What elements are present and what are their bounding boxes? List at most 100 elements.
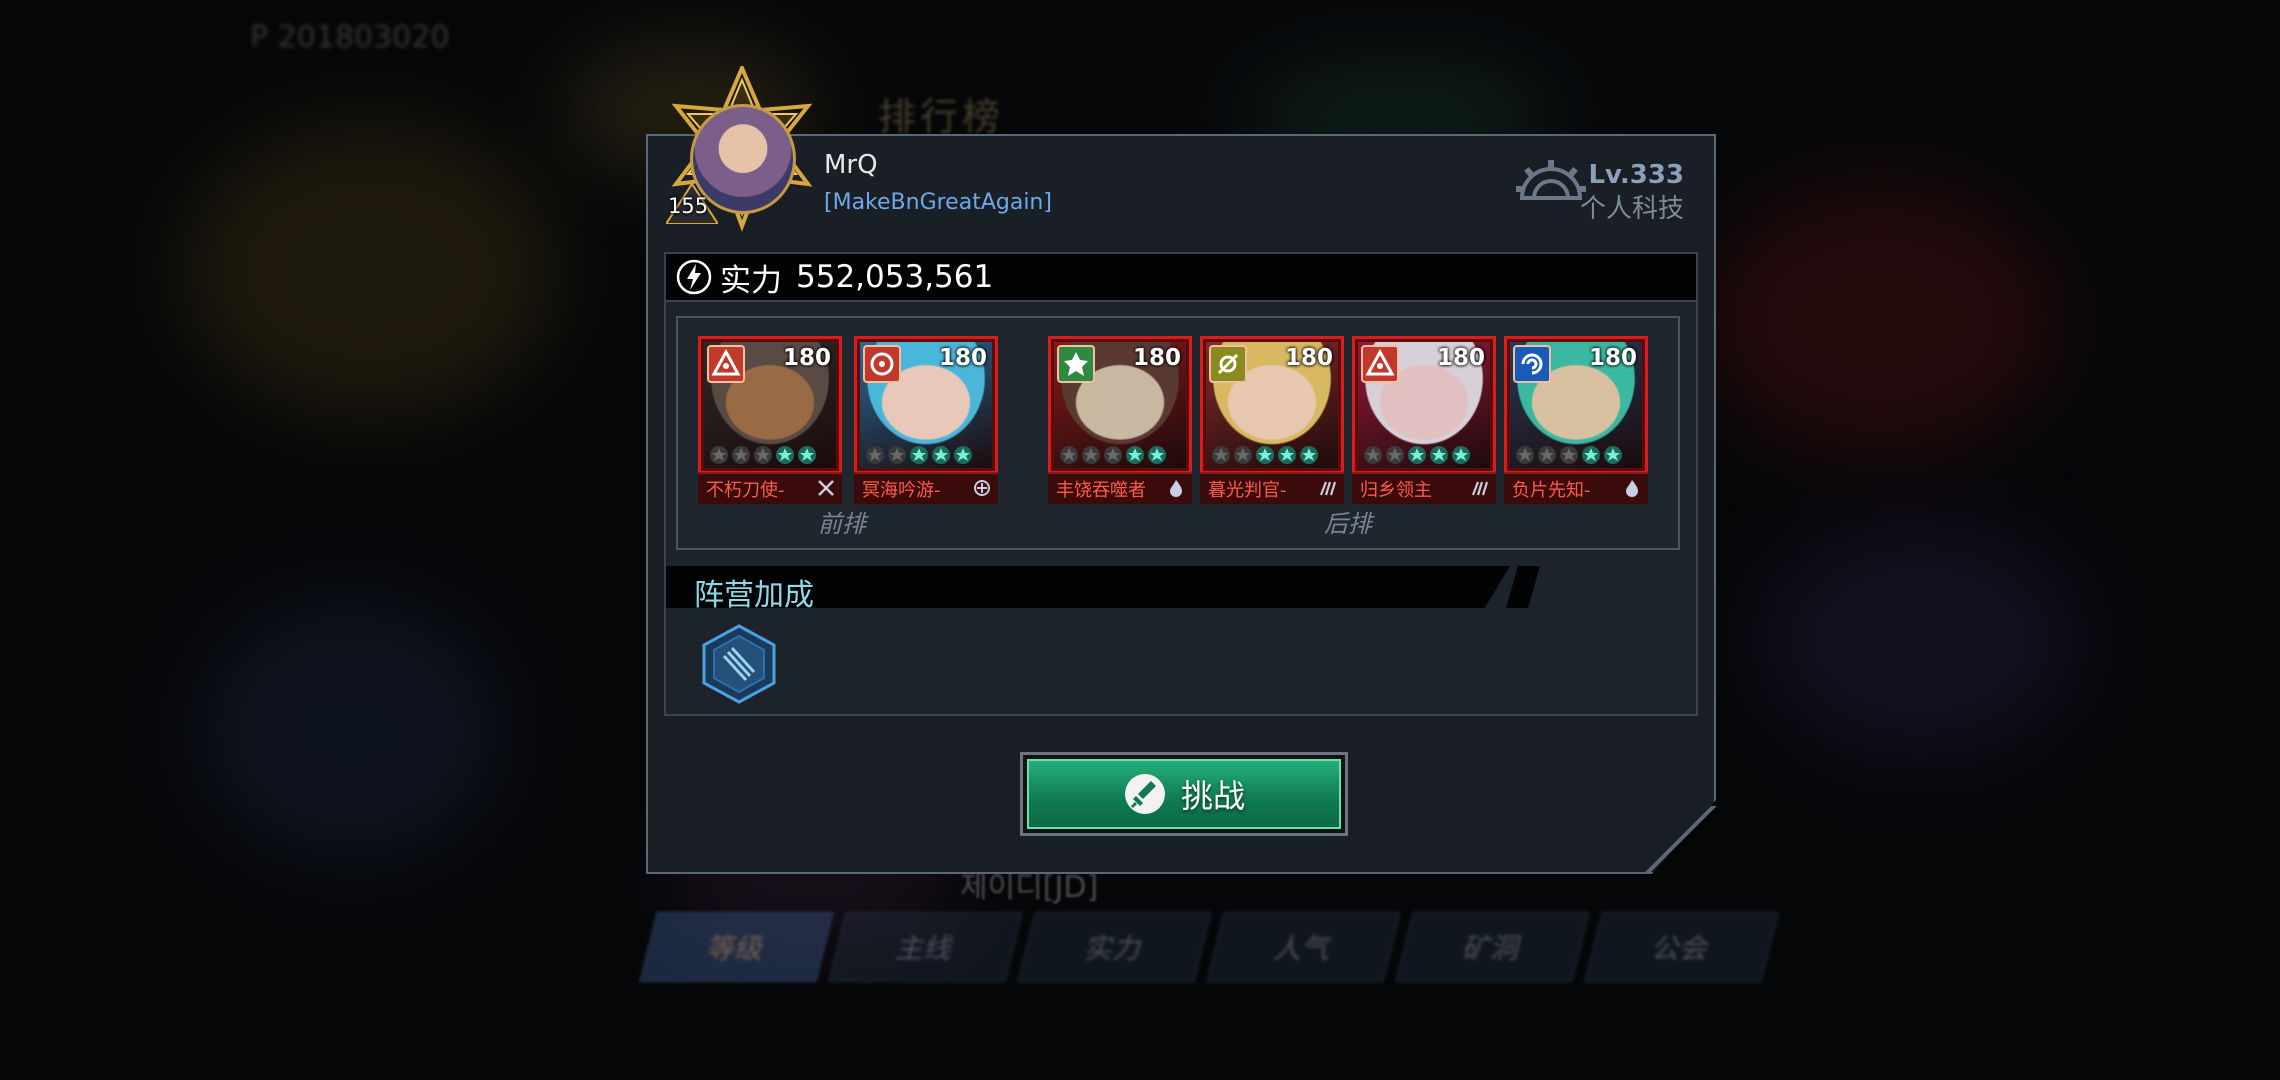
hero-card[interactable]: 180 负片先知- (1504, 336, 1648, 506)
hero-name-bar: 负片先知- (1504, 472, 1648, 504)
power-value: 552,053,561 (796, 259, 994, 295)
hero-portrait: 180 (1352, 336, 1496, 474)
hero-name-bar: 不朽刀使- (698, 472, 842, 504)
star-icon (1082, 446, 1100, 464)
power-label: 实力 (720, 262, 782, 299)
leaderboard-tab: 实力 (1017, 912, 1212, 982)
hero-name: 丰饶吞噬者 (1056, 480, 1146, 501)
star-icon (1560, 446, 1578, 464)
hero-name: 归乡领主 (1360, 480, 1432, 501)
triforce-icon (1361, 345, 1399, 383)
star-icon (1256, 446, 1274, 464)
star-icon (1060, 446, 1078, 464)
star-icon (732, 446, 750, 464)
hero-portrait: 180 (854, 336, 998, 474)
nature-icon (1057, 345, 1095, 383)
power-bar: 实力 552,053,561 (664, 252, 1698, 302)
star-icon (888, 446, 906, 464)
swords-icon (818, 480, 834, 496)
star-icon (910, 446, 928, 464)
swirl-icon (1513, 345, 1551, 383)
tech-gear-icon (1516, 160, 1586, 204)
power-icon (676, 259, 712, 295)
star-icon (1604, 446, 1622, 464)
hero-name-bar: 暮光判官- (1200, 472, 1344, 504)
hero-stars (1363, 445, 1471, 465)
fire-icon (1170, 480, 1182, 497)
back-row-label: 后排 (1324, 510, 1372, 538)
support-icon (974, 480, 990, 496)
star-icon (798, 446, 816, 464)
leaderboard-tab: 矿洞 (1395, 912, 1590, 982)
target-icon (863, 345, 901, 383)
challenge-button-face[interactable]: 挑战 (1027, 759, 1341, 829)
background-player-id: P 201803020 (250, 20, 450, 55)
hero-stars (1515, 445, 1623, 465)
faction-bonus-icon[interactable] (702, 624, 776, 708)
hero-level: 180 (938, 345, 987, 371)
star-icon (1538, 446, 1556, 464)
hero-level: 180 (782, 345, 831, 371)
challenge-button[interactable]: 挑战 (1020, 752, 1348, 836)
hero-card[interactable]: 180 冥海吟游- (854, 336, 998, 506)
front-row-label: 前排 (818, 510, 866, 538)
star-icon (1516, 446, 1534, 464)
star-icon (1278, 446, 1296, 464)
hero-card[interactable]: 180 暮光判官- (1200, 336, 1344, 506)
leaderboard-tab: 主线 (828, 912, 1023, 982)
hero-level: 180 (1284, 345, 1333, 371)
star-icon (1452, 446, 1470, 464)
hero-level: 180 (1436, 345, 1485, 371)
star-icon (866, 446, 884, 464)
sword-icon (1124, 774, 1165, 814)
tech-level: Lv.333 (1588, 160, 1684, 190)
leaderboard-title: 排行榜 (878, 95, 1005, 139)
hero-name-bar: 丰饶吞噬者 (1048, 472, 1192, 504)
star-icon (710, 446, 728, 464)
leaderboard-tab: 公会 (1584, 912, 1779, 982)
personal-tech: Lv.333 个人科技 (1580, 160, 1684, 225)
tech-label: 个人科技 (1579, 194, 1684, 224)
hero-card[interactable]: 180 归乡领主 (1352, 336, 1496, 506)
sun-icon (1209, 345, 1247, 383)
hero-name: 暮光判官- (1208, 480, 1287, 501)
star-icon (1364, 446, 1382, 464)
hero-stars (865, 445, 973, 465)
hero-portrait: 180 (1200, 336, 1344, 474)
dialog-corner-decoration (1644, 806, 1718, 872)
player-avatar[interactable]: 155 (660, 66, 824, 246)
star-icon (954, 446, 972, 464)
star-icon (1582, 446, 1600, 464)
hero-name: 不朽刀使- (706, 480, 785, 501)
avatar-level: 155 (668, 194, 709, 218)
hero-name: 冥海吟游- (862, 480, 941, 501)
leaderboard-tabs: 等级 主线 实力 人气 矿洞 公会 (639, 912, 1779, 982)
claw-icon (1319, 481, 1337, 496)
star-icon (1234, 446, 1252, 464)
hero-name-bar: 冥海吟游- (854, 472, 998, 504)
star-icon (1430, 446, 1448, 464)
hero-level: 180 (1132, 345, 1181, 371)
claw-icon (1471, 481, 1489, 496)
star-icon (776, 446, 794, 464)
star-icon (1300, 446, 1318, 464)
hero-name: 负片先知- (1512, 480, 1591, 501)
leaderboard-tab: 等级 (639, 912, 834, 982)
hero-card[interactable]: 180 不朽刀使- (698, 336, 842, 506)
guild-name[interactable]: [MakeBnGreatAgain] (824, 190, 1052, 215)
star-icon (932, 446, 950, 464)
hero-portrait: 180 (1504, 336, 1648, 474)
fire-icon (1626, 480, 1638, 497)
hero-portrait: 180 (698, 336, 842, 474)
triforce-icon (707, 345, 745, 383)
hero-stars (1211, 445, 1319, 465)
hero-card[interactable]: 180 丰饶吞噬者 (1048, 336, 1192, 506)
player-name: MrQ (824, 150, 878, 180)
challenge-label: 挑战 (1180, 777, 1245, 815)
hero-name-bar: 归乡领主 (1352, 472, 1496, 504)
hero-stars (709, 445, 817, 465)
faction-bonus-title: 阵营加成 (694, 578, 814, 613)
hero-stars (1059, 445, 1167, 465)
leaderboard-tab: 人气 (1206, 912, 1401, 982)
star-icon (1212, 446, 1230, 464)
